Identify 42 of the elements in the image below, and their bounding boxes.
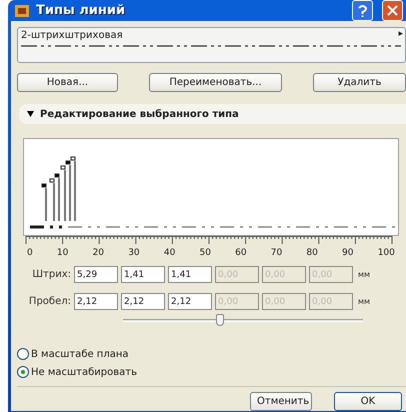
help-button[interactable] bbox=[352, 0, 373, 21]
ruler-label: 60 bbox=[235, 248, 247, 258]
action-button[interactable]: Удалить bbox=[313, 73, 406, 92]
line-type-name: 2-штрихштриховая bbox=[21, 30, 123, 41]
radio-button[interactable] bbox=[17, 348, 29, 360]
unit-label: мм bbox=[358, 270, 370, 279]
zoom-slider[interactable] bbox=[123, 314, 363, 326]
value-field[interactable]: 2,12 bbox=[74, 293, 118, 310]
section-header[interactable]: Редактирование выбранного типа bbox=[19, 104, 406, 124]
expand-arrow[interactable]: ▸ bbox=[398, 29, 403, 39]
slider-thumb[interactable] bbox=[216, 314, 224, 326]
window-title: Типы линий bbox=[36, 3, 126, 18]
value-field[interactable]: 1,41 bbox=[168, 266, 212, 283]
ruler-label: 0 bbox=[27, 248, 33, 258]
radio-label: В масштабе плана bbox=[31, 348, 129, 360]
close-button[interactable] bbox=[382, 0, 403, 21]
ruler-label: 50 bbox=[199, 248, 211, 258]
line-type-selector[interactable]: 2-штрихштриховая ▸ bbox=[17, 27, 406, 63]
app-icon bbox=[14, 2, 30, 18]
dialog-button[interactable]: OK bbox=[334, 392, 402, 411]
ruler-label: 80 bbox=[306, 248, 318, 258]
action-button[interactable]: Переименовать... bbox=[149, 73, 282, 92]
value-field[interactable]: 2,12 bbox=[121, 293, 165, 310]
dialog-button[interactable]: Отменить bbox=[250, 392, 312, 411]
radio-button[interactable] bbox=[17, 366, 29, 378]
value-field[interactable]: 5,29 bbox=[74, 266, 118, 283]
ruler-label: 100 bbox=[378, 248, 395, 258]
value-field[interactable]: 2,12 bbox=[168, 293, 212, 310]
value-field[interactable]: 1,41 bbox=[121, 266, 165, 283]
row-label: Штрих: bbox=[31, 269, 71, 280]
row-label: Пробел: bbox=[28, 296, 71, 307]
ruler-label: 70 bbox=[270, 248, 282, 258]
radio-label: Не масштабировать bbox=[31, 366, 137, 378]
close-icon bbox=[387, 5, 398, 16]
ruler-label: 40 bbox=[164, 248, 176, 258]
action-button[interactable]: Новая... bbox=[17, 73, 118, 92]
unit-label: мм bbox=[358, 297, 370, 306]
help-icon bbox=[358, 4, 367, 16]
ruler-label: 20 bbox=[92, 248, 104, 258]
ruler-label: 10 bbox=[56, 248, 68, 258]
ruler-label: 30 bbox=[128, 248, 140, 258]
ruler-label: 90 bbox=[342, 248, 354, 258]
